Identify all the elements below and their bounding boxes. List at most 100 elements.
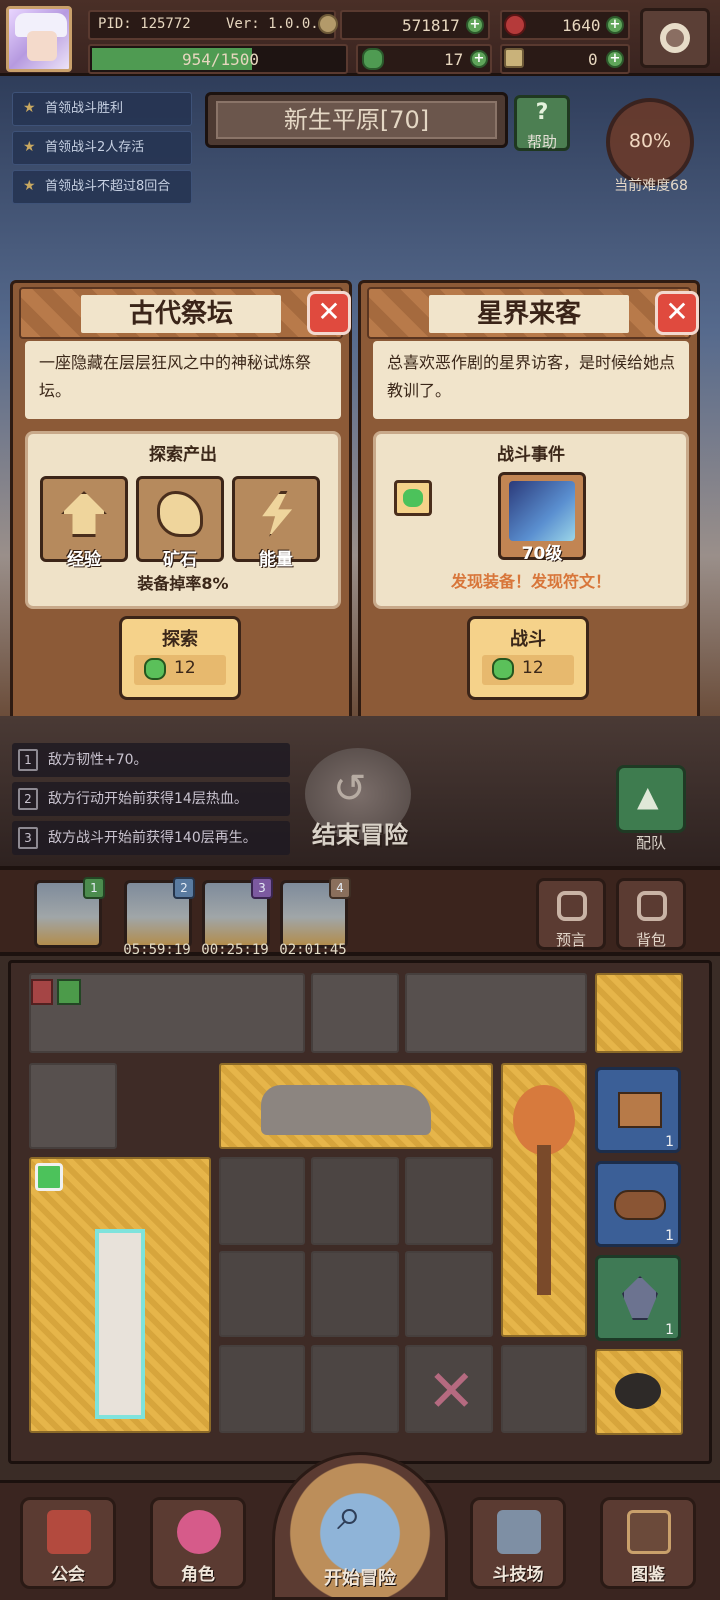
star-icon: ★ [23, 178, 36, 194]
board-cell-empty[interactable] [311, 1157, 399, 1245]
board-cell-empty[interactable] [405, 1251, 493, 1337]
board-cell[interactable] [405, 973, 587, 1053]
clover-icon [362, 48, 384, 70]
magnifier-icon: ⌕ [337, 1489, 362, 1540]
difficulty-percent: 80% [628, 130, 672, 152]
fight-label: 战斗 [510, 629, 546, 650]
key-box: 0 + [500, 44, 630, 74]
nav-role[interactable]: 角色 [150, 1497, 246, 1589]
crystal-icon [622, 1276, 658, 1320]
board-cell-rocks[interactable] [219, 1063, 493, 1149]
quest-item: ★ 首领战斗2人存活 [12, 131, 192, 165]
item-count: 1 [665, 1134, 674, 1150]
buff-number: 1 [18, 749, 38, 771]
cost-box: 12 [482, 655, 574, 685]
gem-box: 1640 + [500, 10, 630, 40]
board-cell-empty[interactable]: ✕ [405, 1345, 493, 1433]
save-slot[interactable]: 2 [124, 877, 195, 948]
inventory-crystal[interactable]: 1 [595, 1255, 681, 1341]
panel-title: 战斗事件 [497, 445, 565, 465]
inventory-log[interactable]: 1 [595, 1161, 681, 1247]
close-icon: ✕ [317, 295, 341, 328]
explore-button[interactable]: 探索 12 [119, 616, 241, 700]
nav-arena[interactable]: 斗技场 [470, 1497, 566, 1589]
question-icon: ? [535, 100, 549, 125]
drop-rate-text: 装备掉率8% [137, 574, 229, 593]
board-cell-nest[interactable] [595, 1349, 683, 1435]
player-avatar[interactable] [6, 6, 72, 72]
rock-pile-icon [261, 1085, 431, 1135]
board-cell-empty[interactable] [501, 1345, 587, 1433]
nest-icon [615, 1373, 661, 1409]
add-coin-icon[interactable]: + [466, 16, 484, 34]
explore-label: 探索 [162, 629, 198, 650]
thumbs-up-icon [57, 979, 81, 1005]
location-name: 新生平原[70] [216, 101, 497, 139]
gem-count: 1640 [562, 16, 601, 35]
bag-label: 背包 [635, 931, 666, 949]
save-slot-shelf: 1 2 05:59:19 3 00:25:19 4 02:01:45 预言 背包 [0, 866, 720, 958]
board-cell-explored[interactable] [595, 973, 683, 1053]
board-cell-empty[interactable] [219, 1251, 305, 1337]
nav-codex[interactable]: 图鉴 [600, 1497, 696, 1589]
slot-badge: 4 [329, 877, 351, 899]
close-button[interactable]: ✕ [655, 291, 699, 335]
board-cell-tree[interactable] [501, 1063, 587, 1337]
guild-icon [47, 1510, 91, 1554]
reward-tile-energy[interactable]: 能量 [232, 476, 320, 570]
buff-text: 敌方行动开始前获得14层热血。 [48, 791, 248, 807]
card-title: 古代祭坛 [81, 295, 281, 333]
nav-label: 公会 [51, 1565, 85, 1585]
crossed-swords-icon [497, 1510, 541, 1554]
exp-text: 954/1500 [182, 50, 260, 69]
ore-icon [157, 491, 203, 537]
board-cell-empty[interactable] [311, 1251, 399, 1337]
character-icon [177, 1510, 221, 1554]
find-text: 发现装备！发现符文！ [450, 572, 611, 591]
key-icon [504, 48, 524, 68]
add-key-icon[interactable]: + [606, 50, 624, 68]
item-count: 1 [665, 1322, 674, 1338]
board-cell[interactable] [311, 973, 399, 1053]
team-button[interactable]: ▲ [616, 765, 686, 833]
board-cell-empty[interactable] [219, 1157, 305, 1245]
board-cell-empty[interactable] [311, 1345, 399, 1433]
end-adventure-label: 结束冒险 [312, 821, 408, 849]
reward-tile-ore[interactable]: 矿石 [136, 476, 224, 570]
board-cell-empty[interactable] [219, 1345, 305, 1433]
board-cell-empty[interactable] [405, 1157, 493, 1245]
board-cell[interactable] [29, 1063, 117, 1149]
map-board: ✕ 1 1 1 [8, 960, 712, 1464]
nav-guild[interactable]: 公会 [20, 1497, 116, 1589]
save-slot[interactable]: 1 [34, 877, 105, 948]
prophecy-button[interactable]: 预言 [536, 878, 606, 950]
coin-icon [318, 14, 338, 34]
fight-button[interactable]: 战斗 12 [467, 616, 589, 700]
add-gem-icon[interactable]: + [606, 16, 624, 34]
energy-gem-icon [144, 658, 166, 680]
help-label: 帮助 [526, 133, 557, 151]
coin-count: 571817 [402, 16, 460, 35]
clover-box: 17 + [356, 44, 492, 74]
enemy-portrait[interactable]: 70级 [498, 472, 586, 564]
add-clover-icon[interactable]: + [470, 50, 488, 68]
board-cell-totem[interactable] [29, 1157, 211, 1433]
save-slot[interactable]: 3 [202, 877, 273, 948]
top-bar: PID: 125772 Ver: 1.0.0.1 571817 + 1640 +… [0, 0, 720, 76]
buff-number: 3 [18, 827, 38, 849]
star-icon: ★ [23, 139, 36, 155]
bag-button[interactable]: 背包 [616, 878, 686, 950]
inventory-wood-pile[interactable]: 1 [595, 1067, 681, 1153]
nav-label: 角色 [181, 1565, 215, 1585]
return-arrow-icon: ↺ [333, 766, 367, 812]
mushroom-icon [31, 979, 53, 1005]
gear-icon [660, 23, 690, 53]
reward-tile-exp[interactable]: 经验 [40, 476, 128, 570]
save-slot[interactable]: 4 [280, 877, 351, 948]
energy-gem-icon [492, 658, 514, 680]
settings-button[interactable] [640, 8, 710, 68]
reward-label: 矿石 [163, 550, 197, 570]
totem-icon [95, 1229, 145, 1419]
close-button[interactable]: ✕ [307, 291, 351, 335]
tree-trunk [537, 1145, 551, 1295]
